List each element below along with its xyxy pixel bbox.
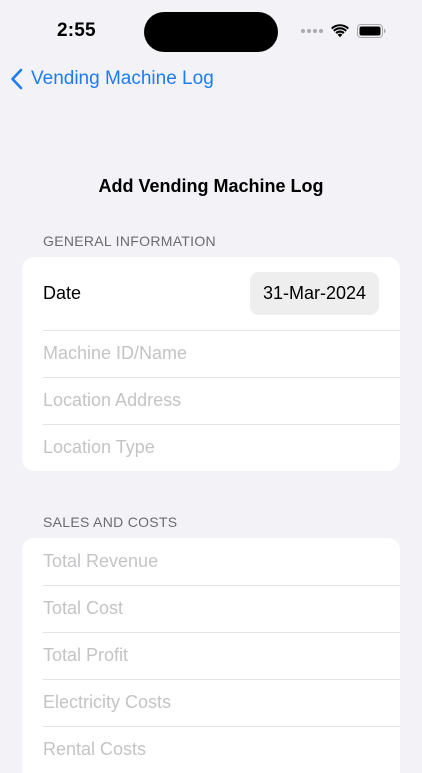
location-address-field[interactable] <box>43 390 363 411</box>
back-button[interactable]: Vending Machine Log <box>10 68 214 90</box>
battery-icon <box>357 24 386 38</box>
total-profit-field[interactable] <box>43 645 363 666</box>
navigation-bar: Vending Machine Log <box>0 66 422 98</box>
status-icons <box>301 24 386 38</box>
total-cost-field[interactable] <box>43 598 363 619</box>
cellular-signal-icon <box>301 29 323 33</box>
status-time: 2:55 <box>57 20 96 41</box>
total-revenue-row <box>22 538 400 585</box>
sales-and-costs-group <box>22 538 400 773</box>
total-profit-row <box>22 632 400 679</box>
section-header-sales-and-costs: SALES AND COSTS <box>43 514 178 530</box>
chevron-left-icon <box>11 68 23 90</box>
total-cost-row <box>22 585 400 632</box>
section-header-general-information: GENERAL INFORMATION <box>43 233 216 249</box>
dynamic-island <box>144 12 278 52</box>
status-bar: 2:55 <box>0 0 422 56</box>
electricity-costs-field[interactable] <box>43 692 363 713</box>
total-revenue-field[interactable] <box>43 551 363 572</box>
machine-id-row <box>22 330 400 377</box>
location-type-row <box>22 424 400 471</box>
wifi-icon <box>331 24 349 38</box>
location-type-field[interactable] <box>43 437 363 458</box>
date-picker-button[interactable]: 31-Mar-2024 <box>249 272 379 315</box>
back-button-label: Vending Machine Log <box>31 68 214 89</box>
location-address-row <box>22 377 400 424</box>
date-row: Date 31-Mar-2024 <box>22 257 400 330</box>
general-information-group: Date 31-Mar-2024 <box>22 257 400 471</box>
electricity-costs-row <box>22 679 400 726</box>
machine-id-field[interactable] <box>43 343 363 364</box>
page-title: Add Vending Machine Log <box>98 176 324 196</box>
date-label: Date <box>43 283 82 303</box>
